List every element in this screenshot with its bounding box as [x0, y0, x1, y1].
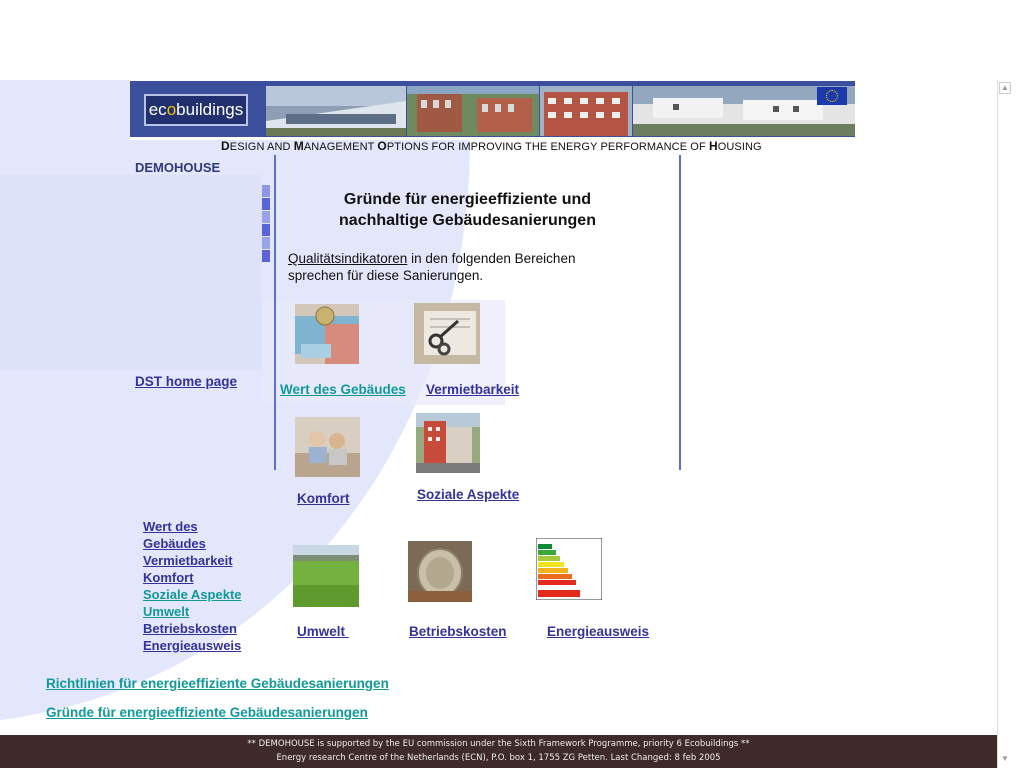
nav-energieausweis[interactable]: Energieausweis: [143, 637, 242, 654]
building-image[interactable]: [416, 413, 480, 473]
link-wert-des-gebaeudes[interactable]: Wert des Gebäudes: [280, 382, 406, 397]
nav-soziale-aspekte[interactable]: Soziale Aspekte: [143, 586, 242, 603]
nav-umwelt[interactable]: Umwelt: [143, 603, 242, 620]
dst-home-link[interactable]: DST home page: [135, 374, 237, 389]
logo-text-o: o: [166, 100, 177, 119]
decorative-squares: [262, 185, 270, 263]
link-soziale-aspekte[interactable]: Soziale Aspekte: [417, 487, 519, 502]
page-title-line-1: Gründe für energieeffiziente und: [343, 191, 592, 208]
subtitle-cap-h: H: [708, 139, 718, 153]
coin-image[interactable]: [408, 541, 472, 602]
subtitle-part-1: ESIGN AND: [229, 141, 294, 153]
subtitle-part-4: OUSING: [717, 141, 762, 153]
header-banner: ecobuildings: [130, 81, 855, 137]
quality-indicators-link[interactable]: Qualitätsindikatoren: [288, 251, 407, 266]
link-vermietbarkeit[interactable]: Vermietbarkeit: [426, 382, 519, 397]
banner-building-photo-3: [540, 86, 632, 136]
nav-betriebskosten[interactable]: Betriebskosten: [143, 620, 242, 637]
subtitle-cap-d: D: [221, 139, 230, 153]
link-betriebskosten[interactable]: Betriebskosten: [409, 624, 507, 639]
keys-image[interactable]: [414, 303, 480, 364]
nav-vermietbarkeit[interactable]: Vermietbarkeit: [143, 552, 242, 569]
intro-text: Qualitätsindikatoren in den folgenden Be…: [288, 250, 608, 284]
scroll-down-arrow-icon[interactable]: ▼: [999, 754, 1011, 766]
footer-line-2: Energy research Centre of the Netherland…: [276, 753, 721, 763]
banner-building-photo-2: [407, 86, 539, 136]
nav-komfort[interactable]: Komfort: [143, 569, 242, 586]
right-divider: [679, 155, 681, 470]
logo-text-post: buildings: [176, 100, 244, 119]
banner-building-photo-1: [266, 86, 406, 136]
site-subtitle: DESIGN AND MANAGEMENT OPTIONS FOR IMPROV…: [221, 139, 762, 153]
money-image[interactable]: [295, 304, 359, 364]
link-energieausweis[interactable]: Energieausweis: [547, 624, 649, 639]
nav-wert-des[interactable]: Wert des: [143, 518, 242, 535]
sidebar-title: DEMOHOUSE: [135, 160, 221, 175]
ecobuildings-logo[interactable]: ecobuildings: [144, 94, 248, 126]
scroll-up-arrow-icon[interactable]: ▲: [999, 82, 1011, 94]
link-umwelt[interactable]: Umwelt: [297, 624, 349, 639]
link-komfort[interactable]: Komfort: [297, 491, 350, 506]
link-gruende[interactable]: Gründe für energieeffiziente Gebäudesani…: [46, 705, 368, 720]
page-title: Gründe für energieeffiziente und nachhal…: [300, 189, 635, 231]
footer-line-1: ** DEMOHOUSE is supported by the EU comm…: [247, 739, 750, 749]
left-divider: [274, 155, 276, 470]
subtitle-cap-m: M: [293, 139, 304, 153]
grass-image[interactable]: [293, 545, 359, 607]
energy-label-image[interactable]: [536, 538, 602, 600]
footer: ** DEMOHOUSE is supported by the EU comm…: [0, 735, 997, 768]
page-title-line-2: nachhaltige Gebäudesanierungen: [339, 212, 596, 229]
side-navigation: Wert des Gebäudes Vermietbarkeit Komfort…: [143, 518, 242, 654]
logo-text-pre: ec: [148, 100, 167, 119]
nav-gebaeudes[interactable]: Gebäudes: [143, 535, 242, 552]
link-richtlinien[interactable]: Richtlinien für energieeffiziente Gebäud…: [46, 676, 389, 691]
subtitle-part-2: ANAGEMENT: [303, 141, 378, 153]
subtitle-part-3: PTIONS FOR IMPROVING THE ENERGY PERFORMA…: [386, 141, 709, 153]
vertical-scrollbar[interactable]: ▲ ▼: [997, 80, 1013, 768]
subtitle-cap-o: O: [377, 139, 387, 153]
eu-flag-icon: [817, 87, 847, 105]
people-image[interactable]: [295, 417, 360, 477]
